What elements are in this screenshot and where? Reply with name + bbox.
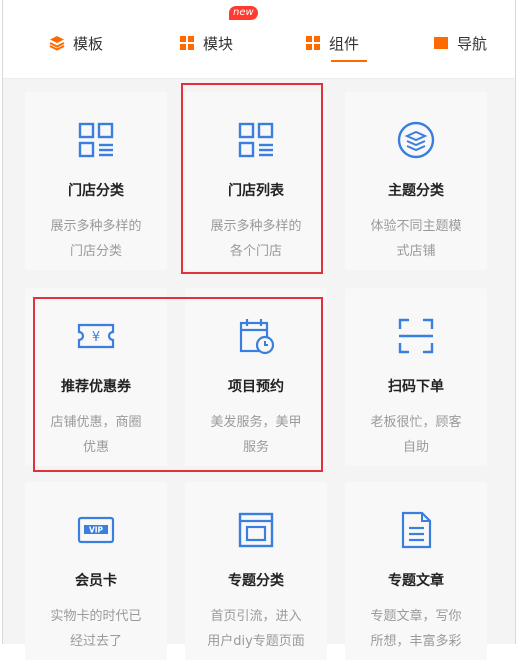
svg-text:VIP: VIP — [89, 526, 104, 535]
card-theme-category[interactable]: 主题分类 体验不同主题模 式店铺 — [345, 92, 487, 270]
scan-icon — [398, 318, 434, 354]
tab-bar: 模板 模块 new 组件 导航 — [3, 0, 515, 79]
highlight-box — [181, 83, 323, 274]
card-description: 专题文章，写你 所想，丰富多彩 — [355, 604, 477, 654]
tab-templates[interactable]: 模板 — [49, 30, 103, 56]
frame-icon — [238, 512, 274, 548]
desc-line: 实物卡的时代已 — [50, 609, 142, 624]
card-title: 会员卡 — [75, 573, 117, 589]
card-store-category[interactable]: 门店分类 展示多种多样的 门店分类 — [25, 92, 167, 270]
desc-line: 经过去了 — [69, 634, 122, 649]
document-icon — [401, 511, 432, 549]
grid-squares-icon — [306, 36, 320, 50]
card-description: 体验不同主题模 式店铺 — [355, 214, 477, 264]
active-tab-indicator — [331, 60, 367, 62]
tab-label: 组件 — [329, 34, 360, 53]
card-title: 扫码下单 — [388, 379, 444, 395]
desc-line: 体验不同主题模 — [370, 219, 462, 234]
vip-card-icon: VIP — [77, 516, 115, 544]
card-topic-category[interactable]: 专题分类 首页引流，进入 用户diy专题页面 — [185, 482, 327, 660]
desc-line: 所想，丰富多彩 — [370, 634, 462, 649]
highlight-box — [33, 297, 323, 472]
card-topic-article[interactable]: 专题文章 专题文章，写你 所想，丰富多彩 — [345, 482, 487, 660]
grid-list-icon — [78, 122, 114, 158]
card-scan-order[interactable]: 扫码下单 老板很忙，顾客 自助 — [345, 288, 487, 466]
layers-icon — [49, 36, 65, 51]
card-description: 展示多种多样的 门店分类 — [35, 214, 157, 264]
card-title: 主题分类 — [388, 183, 444, 199]
tab-components[interactable]: 组件 — [305, 30, 359, 56]
tab-navigation[interactable]: 导航 — [433, 30, 487, 56]
desc-line: 老板很忙，顾客 — [370, 415, 462, 430]
card-title: 专题文章 — [388, 573, 444, 589]
new-badge: new — [229, 6, 258, 20]
desc-line: 门店分类 — [69, 244, 122, 259]
card-description: 老板很忙，顾客 自助 — [355, 410, 477, 460]
desc-line: 式店铺 — [396, 244, 436, 259]
tab-label: 模板 — [73, 34, 104, 53]
tab-label: 导航 — [457, 34, 488, 53]
tab-label: 模块 — [203, 34, 234, 53]
grid-squares-icon — [180, 36, 194, 50]
card-title: 专题分类 — [228, 573, 284, 589]
desc-line: 展示多种多样的 — [50, 219, 142, 234]
desc-line: 自助 — [402, 440, 429, 455]
layers-circle-icon — [397, 121, 435, 159]
card-description: 首页引流，进入 用户diy专题页面 — [195, 604, 317, 654]
component-panel: 模板 模块 new 组件 导航 门店分类 展示多种多样的 门店分类 门店列表 展… — [2, 0, 516, 660]
tab-modules[interactable]: 模块 — [179, 30, 233, 56]
card-description: 实物卡的时代已 经过去了 — [35, 604, 157, 654]
desc-line: 首页引流，进入 — [210, 609, 302, 624]
card-title: 门店分类 — [68, 183, 124, 199]
card-member-card[interactable]: VIP 会员卡 实物卡的时代已 经过去了 — [25, 482, 167, 660]
desc-line: 用户diy专题页面 — [207, 634, 305, 649]
desc-line: 专题文章，写你 — [370, 609, 462, 624]
bookmark-square-icon — [434, 37, 448, 49]
component-grid: 门店分类 展示多种多样的 门店分类 门店列表 展示多种多样的 各个门店 主题分类… — [3, 78, 515, 660]
